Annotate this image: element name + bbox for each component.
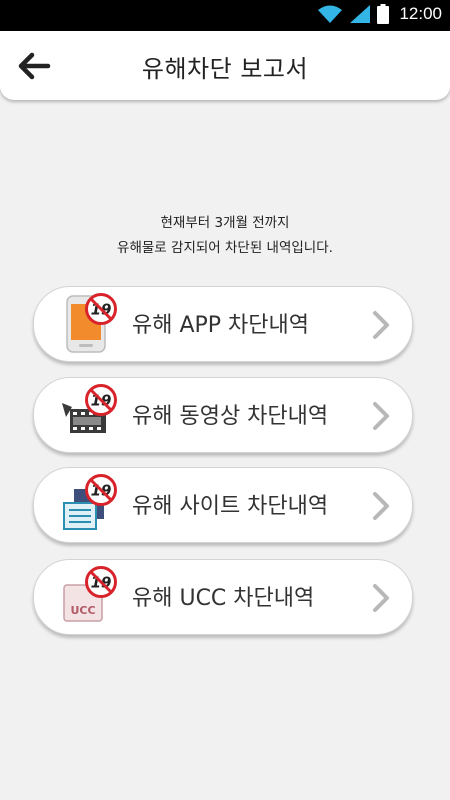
menu-item-ucc[interactable]: UCC 19 유해 UCC 차단내역 (33, 559, 413, 635)
ucc-icon: UCC 19 (62, 566, 122, 627)
description-line-2: 유해물로 감지되어 차단된 내역입니다. (117, 240, 333, 256)
menu-item-label: 유해 사이트 차단내역 (132, 494, 329, 519)
signal-icon (350, 5, 371, 23)
menu-item-label: 유해 APP 차단내역 (132, 313, 310, 338)
menu-item-label: 유해 UCC 차단내역 (132, 586, 315, 611)
chevron-right-icon (373, 584, 389, 612)
menu-item-site[interactable]: 19 유해 사이트 차단내역 (33, 467, 413, 543)
no-19-badge-icon: 19 (85, 566, 117, 598)
document-icon: 19 (62, 474, 122, 535)
wifi-icon (318, 5, 343, 23)
battery-icon (377, 4, 390, 24)
svg-text:UCC: UCC (70, 604, 95, 617)
phone-app-icon: 19 (62, 293, 122, 354)
status-clock: 12:00 (399, 4, 442, 23)
app-header: 유해차단 보고서 (0, 31, 450, 100)
chevron-right-icon (373, 402, 389, 430)
no-19-badge-icon: 19 (85, 384, 117, 416)
menu-item-label: 유해 동영상 차단내역 (132, 404, 329, 429)
status-bar: 12:00 (0, 0, 450, 31)
film-icon: 19 (62, 384, 122, 445)
no-19-badge-icon: 19 (85, 474, 117, 506)
menu-item-video[interactable]: 19 유해 동영상 차단내역 (33, 377, 413, 453)
page-title: 유해차단 보고서 (141, 55, 309, 83)
menu-item-app[interactable]: 19 유해 APP 차단내역 (33, 286, 413, 362)
chevron-right-icon (373, 311, 389, 339)
no-19-badge-icon: 19 (85, 293, 117, 325)
chevron-right-icon (373, 492, 389, 520)
description-line-1: 현재부터 3개월 전까지 (160, 215, 290, 231)
